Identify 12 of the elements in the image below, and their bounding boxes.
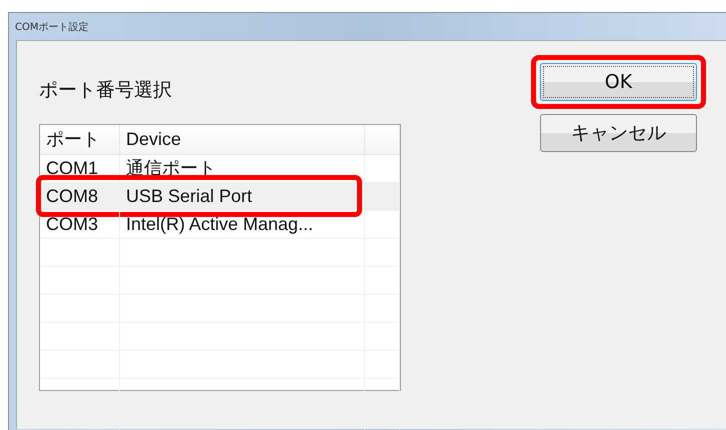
port-cell-text: COM3 [46, 213, 98, 236]
section-heading: ポート番号選択 [39, 78, 172, 103]
window-title: COMポート設定 [15, 20, 88, 34]
column-header[interactable]: ポート [46, 125, 100, 154]
device-cell-text: USB Serial Port [126, 185, 252, 208]
column-header[interactable]: Device [126, 125, 182, 154]
dialog-button[interactable]: OK [540, 63, 697, 101]
port-cell-text: COM1 [46, 157, 98, 180]
selected-row-background[interactable]: COM8 USB Serial Port [40, 183, 400, 211]
port-cell-text: COM8 [46, 185, 98, 208]
device-cell-text: Intel(R) Active Manag... [126, 213, 314, 236]
dialog-button[interactable]: キャンセル [540, 114, 697, 152]
